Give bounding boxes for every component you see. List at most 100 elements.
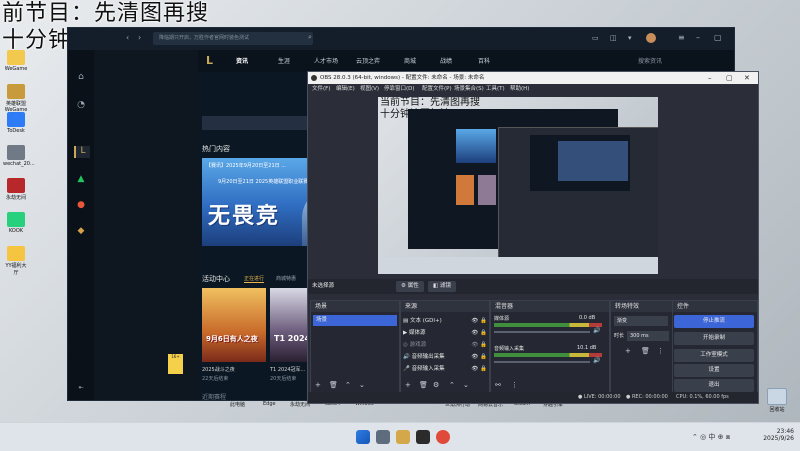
studio-mode-button[interactable]: 工作室模式 xyxy=(674,349,754,362)
desktop-icon-naraka[interactable]: 永劫无间 xyxy=(3,178,29,201)
tray-icons[interactable]: ⌃ ◎ 中 ⊕ ⧈ xyxy=(692,432,730,442)
more-icon[interactable]: ⋮ xyxy=(657,347,664,355)
tab-ongoing[interactable]: 正在进行 xyxy=(244,275,265,283)
hot-content-title: 热门内容 xyxy=(202,145,230,153)
forward-arrow-icon[interactable]: › xyxy=(138,33,141,42)
more-icon[interactable]: ⋮ xyxy=(511,381,518,389)
start-recording-button[interactable]: 开始录制 xyxy=(674,332,754,345)
obs-source-toolbar: 未选择源 ⚙ 属性 ◧ 滤镜 xyxy=(308,279,758,294)
menu-profile[interactable]: 配置文件(P) xyxy=(422,84,452,95)
source-item-audio-out[interactable]: 🔊 音频输出采集 👁 🔒 xyxy=(403,351,487,363)
nav-tft[interactable]: 云顶之弈 xyxy=(356,56,380,65)
source-item-audio-in[interactable]: 🎤 音频输入采集 👁 🔒 xyxy=(403,363,487,375)
rec-status: ● REC: 00:00:00 xyxy=(626,394,668,400)
menu-docks[interactable]: 停靠窗口(D) xyxy=(384,84,415,95)
message-icon[interactable]: ▭ xyxy=(592,34,599,42)
nav-news[interactable]: 资讯 xyxy=(236,56,248,65)
minimize-icon[interactable]: – xyxy=(708,72,712,84)
menu-tools[interactable]: 工具(T) xyxy=(486,84,505,95)
game-icon-2[interactable]: ◆ xyxy=(74,226,88,238)
game-icon-1[interactable]: ● xyxy=(74,200,88,212)
desktop-icon-wechat[interactable]: wechat_20... xyxy=(3,145,35,167)
history-icon[interactable]: ◔ xyxy=(74,100,88,112)
source-settings-icon[interactable]: ⚙ xyxy=(433,381,439,389)
source-item-media[interactable]: ▶ 媒体源 👁 🔒 xyxy=(403,327,487,339)
source-item-text[interactable]: ▤ 文本 (GDI+) 👁 🔒 xyxy=(403,315,487,327)
scenes-dock: 场景 场景 + 🗑 ⌃ ⌄ xyxy=(310,300,400,394)
store-icon[interactable]: ⌂ xyxy=(74,72,88,84)
add-source-icon[interactable]: + xyxy=(405,381,411,389)
nav-talent-market[interactable]: 人才市场 xyxy=(314,56,338,65)
activity-card-1[interactable]: 9月6日有人之夜 xyxy=(202,288,266,362)
source-item-game[interactable]: ◎ 游戏源 👁 🔒 xyxy=(403,339,487,351)
move-up-icon[interactable]: ⌃ xyxy=(345,381,351,389)
clock[interactable]: 23:46 2025/9/26 xyxy=(758,428,794,442)
nav-shop[interactable]: 商城 xyxy=(404,56,416,65)
desktop-icon-kook[interactable]: KOOK xyxy=(3,212,29,234)
menu-view[interactable]: 视图(V) xyxy=(360,84,379,95)
remove-source-icon[interactable]: 🗑 xyxy=(419,381,428,389)
back-arrow-icon[interactable]: ‹ xyxy=(126,33,129,42)
wegame-taskbar-icon[interactable] xyxy=(396,430,410,444)
lol-search-hint[interactable]: 搜索资讯 xyxy=(638,56,662,65)
speaker-icon[interactable]: 🔊 xyxy=(593,327,600,334)
close-icon[interactable]: ✕ xyxy=(744,72,750,84)
search-icon[interactable]: ⌕ xyxy=(308,33,312,42)
nav-career[interactable]: 生涯 xyxy=(278,56,290,65)
lol-icon[interactable]: L xyxy=(74,146,90,158)
dock-label-edge[interactable]: Edge xyxy=(263,401,276,407)
menu-scene-collection[interactable]: 场景集合(S) xyxy=(454,84,484,95)
card1-subtitle: 2025战斗之夜 xyxy=(202,367,235,373)
duration-input[interactable]: 300 ms xyxy=(627,331,669,341)
menu-edit[interactable]: 编辑(E) xyxy=(336,84,355,95)
add-transition-icon[interactable]: + xyxy=(625,347,631,355)
gift-icon[interactable]: ◫ xyxy=(610,34,617,42)
kook-app-icon xyxy=(7,212,25,227)
maximize-icon[interactable]: ▢ xyxy=(714,33,722,42)
maximize-icon[interactable]: ▢ xyxy=(726,72,733,84)
transitions-dock: 转场特效 渐变 时长 300 ms + 🗑 ⋮ xyxy=(610,300,674,394)
mixer-dock-title: 混音器 xyxy=(491,301,609,312)
windows-start-icon[interactable] xyxy=(356,430,370,444)
desktop-icon-todesk[interactable]: ToDesk xyxy=(3,112,29,134)
move-up-icon[interactable]: ⌃ xyxy=(449,381,455,389)
taskbar: ⌃ ◎ 中 ⊕ ⧈ 23:46 2025/9/26 xyxy=(0,422,800,451)
menu-help[interactable]: 帮助(H) xyxy=(510,84,529,95)
obs-taskbar-icon[interactable] xyxy=(416,430,430,444)
chrome-taskbar-icon[interactable] xyxy=(436,430,450,444)
remove-transition-icon[interactable]: 🗑 xyxy=(641,347,650,355)
shirt-icon[interactable]: ▾ xyxy=(628,34,632,42)
collapse-icon[interactable]: ⇤ xyxy=(74,384,88,396)
tab-shop-deals[interactable]: 商城特惠 xyxy=(276,275,296,282)
settings-button[interactable]: 设置 xyxy=(674,364,754,377)
speaker-icon[interactable]: 🔊 xyxy=(593,357,600,364)
obs-preview[interactable]: 当前节目：先清图再搜 十分钟清图打法 xyxy=(378,97,658,274)
task-view-icon[interactable] xyxy=(376,430,390,444)
properties-button[interactable]: ⚙ 属性 xyxy=(396,281,424,292)
exit-button[interactable]: 退出 xyxy=(674,379,754,392)
gear-icon: ⚙ xyxy=(401,283,406,289)
link-icon[interactable]: ⚯ xyxy=(495,381,501,389)
stop-streaming-button[interactable]: 停止推流 xyxy=(674,315,754,328)
scene-item[interactable]: 场景 xyxy=(313,315,397,326)
avatar[interactable] xyxy=(646,33,656,43)
wegame-search-input[interactable]: 降临期只开启，万胜作者官网时装色测试 xyxy=(153,32,313,45)
desktop-icon-yy[interactable]: YY福利大厅 xyxy=(3,246,29,276)
menu-icon[interactable]: ≡ xyxy=(678,33,685,42)
nav-wiki[interactable]: 百科 xyxy=(478,56,490,65)
remove-scene-icon[interactable]: 🗑 xyxy=(329,381,338,389)
desktop-icon-recycle-bin[interactable]: 回收站 xyxy=(764,388,790,413)
dock-label-this-pc[interactable]: 此电脑 xyxy=(230,401,245,408)
desktop-icon-wegame[interactable]: WeGame xyxy=(3,50,29,72)
transition-select[interactable]: 渐变 xyxy=(614,316,668,326)
minimize-icon[interactable]: – xyxy=(696,33,700,42)
nav-record[interactable]: 战绩 xyxy=(440,56,452,65)
add-scene-icon[interactable]: + xyxy=(315,381,321,389)
menu-file[interactable]: 文件(F) xyxy=(312,84,330,95)
move-down-icon[interactable]: ⌄ xyxy=(359,381,365,389)
triangle-game-icon[interactable]: ▲ xyxy=(74,174,88,186)
move-down-icon[interactable]: ⌄ xyxy=(463,381,469,389)
filters-button[interactable]: ◧ 滤镜 xyxy=(428,281,456,292)
mixer-channel-1-slider[interactable] xyxy=(494,331,590,333)
mixer-channel-2-slider[interactable] xyxy=(494,361,590,363)
